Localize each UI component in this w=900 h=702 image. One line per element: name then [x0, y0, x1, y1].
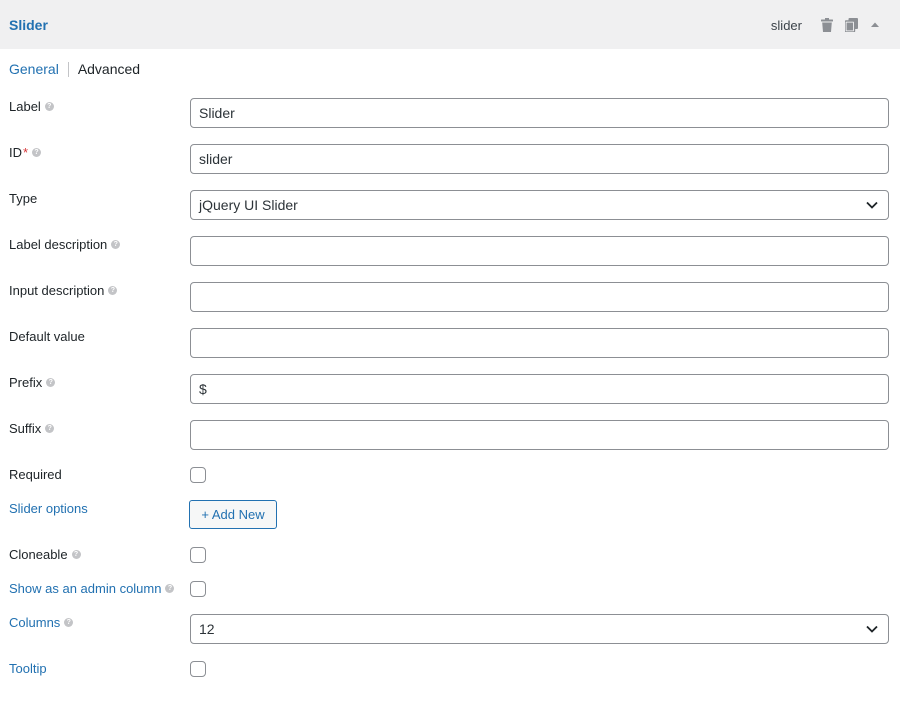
columns-selected-value: 12 — [199, 621, 215, 637]
tab-advanced[interactable]: Advanced — [78, 61, 140, 77]
label-description-text: Label description — [9, 237, 108, 252]
input-description-text: Input description — [9, 283, 105, 298]
type-field-label: Type — [9, 191, 37, 206]
help-icon[interactable]: ? — [111, 240, 121, 249]
type-selected-value: jQuery UI Slider — [199, 197, 298, 213]
input-description-input[interactable] — [190, 282, 889, 312]
field-header[interactable]: Slider slider — [0, 0, 900, 49]
type-text: Type — [9, 191, 38, 206]
required-checkbox[interactable] — [190, 467, 206, 483]
id-field-label: ID * ? — [9, 145, 42, 160]
help-icon[interactable]: ? — [71, 550, 81, 559]
trash-icon[interactable] — [820, 17, 834, 33]
type-select[interactable]: jQuery UI Slider — [190, 190, 889, 220]
tab-divider — [67, 61, 69, 77]
help-icon[interactable]: ? — [46, 378, 56, 387]
default-value-text: Default value — [9, 329, 85, 344]
label-text: Label — [9, 99, 41, 114]
cloneable-checkbox[interactable] — [190, 547, 206, 563]
chevron-down-icon — [866, 625, 878, 633]
settings-tabs: General Advanced — [9, 61, 140, 77]
tooltip-text[interactable]: Tooltip — [9, 661, 47, 676]
required-text: Required — [9, 467, 62, 482]
help-icon[interactable]: ? — [32, 148, 42, 157]
input-description-field-label: Input description ? — [9, 283, 118, 298]
label-description-field-label: Label description ? — [9, 237, 121, 252]
header-actions: slider — [771, 17, 882, 33]
help-icon[interactable]: ? — [45, 424, 55, 433]
field-title[interactable]: Slider — [9, 17, 48, 33]
admin-column-text[interactable]: Show as an admin column — [9, 581, 161, 596]
columns-text[interactable]: Columns — [9, 615, 60, 630]
field-id-badge: slider — [770, 17, 802, 33]
label-description-input[interactable] — [190, 236, 889, 266]
prefix-input[interactable] — [190, 374, 889, 404]
admin-column-checkbox[interactable] — [190, 581, 206, 597]
suffix-text: Suffix — [9, 421, 42, 436]
required-mark: * — [23, 145, 29, 160]
add-new-button[interactable]: + Add New — [189, 500, 277, 529]
required-field-label: Required — [9, 467, 62, 482]
slider-options-field-label[interactable]: Slider options — [9, 501, 88, 516]
cloneable-field-label: Cloneable ? — [9, 547, 81, 562]
cloneable-text: Cloneable — [9, 547, 68, 562]
slider-options-text[interactable]: Slider options — [9, 501, 88, 516]
help-icon[interactable]: ? — [44, 102, 54, 111]
suffix-field-label: Suffix ? — [9, 421, 55, 436]
columns-field-label[interactable]: Columns ? — [9, 615, 74, 630]
default-value-input[interactable] — [190, 328, 889, 358]
tab-general[interactable]: General — [9, 61, 59, 77]
id-text: ID — [9, 145, 22, 160]
tooltip-field-label[interactable]: Tooltip — [9, 661, 47, 676]
help-icon[interactable]: ? — [108, 286, 118, 295]
help-icon[interactable]: ? — [165, 584, 175, 593]
duplicate-icon[interactable] — [844, 17, 858, 33]
help-icon[interactable]: ? — [64, 618, 74, 627]
id-input[interactable] — [190, 144, 889, 174]
label-field-label: Label ? — [9, 99, 54, 114]
collapse-arrow-icon[interactable] — [868, 17, 882, 33]
suffix-input[interactable] — [190, 420, 889, 450]
label-input[interactable] — [190, 98, 889, 128]
prefix-text: Prefix — [9, 375, 43, 390]
chevron-down-icon — [866, 201, 878, 209]
tooltip-checkbox[interactable] — [190, 661, 206, 677]
prefix-field-label: Prefix ? — [9, 375, 56, 390]
admin-column-field-label[interactable]: Show as an admin column ? — [9, 581, 175, 596]
default-value-field-label: Default value — [9, 329, 85, 344]
columns-select[interactable]: 12 — [190, 614, 889, 644]
